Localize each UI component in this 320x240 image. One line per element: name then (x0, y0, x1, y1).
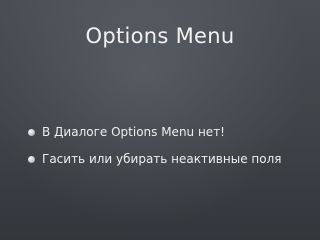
bullet-text: Гасить или убирать неактивные поля (42, 152, 282, 166)
bullet-list: В Диалоге Options Menu нет! Гасить или у… (28, 122, 318, 176)
bullet-item: Гасить или убирать неактивные поля (28, 149, 318, 169)
bullet-item: В Диалоге Options Menu нет! (28, 122, 318, 142)
slide-title: Options Menu (85, 24, 235, 48)
slide: Options Menu В Диалоге Options Menu нет!… (0, 0, 320, 240)
bullet-icon (28, 155, 35, 163)
bullet-text: В Диалоге Options Menu нет! (42, 125, 225, 139)
bullet-icon (28, 128, 35, 136)
